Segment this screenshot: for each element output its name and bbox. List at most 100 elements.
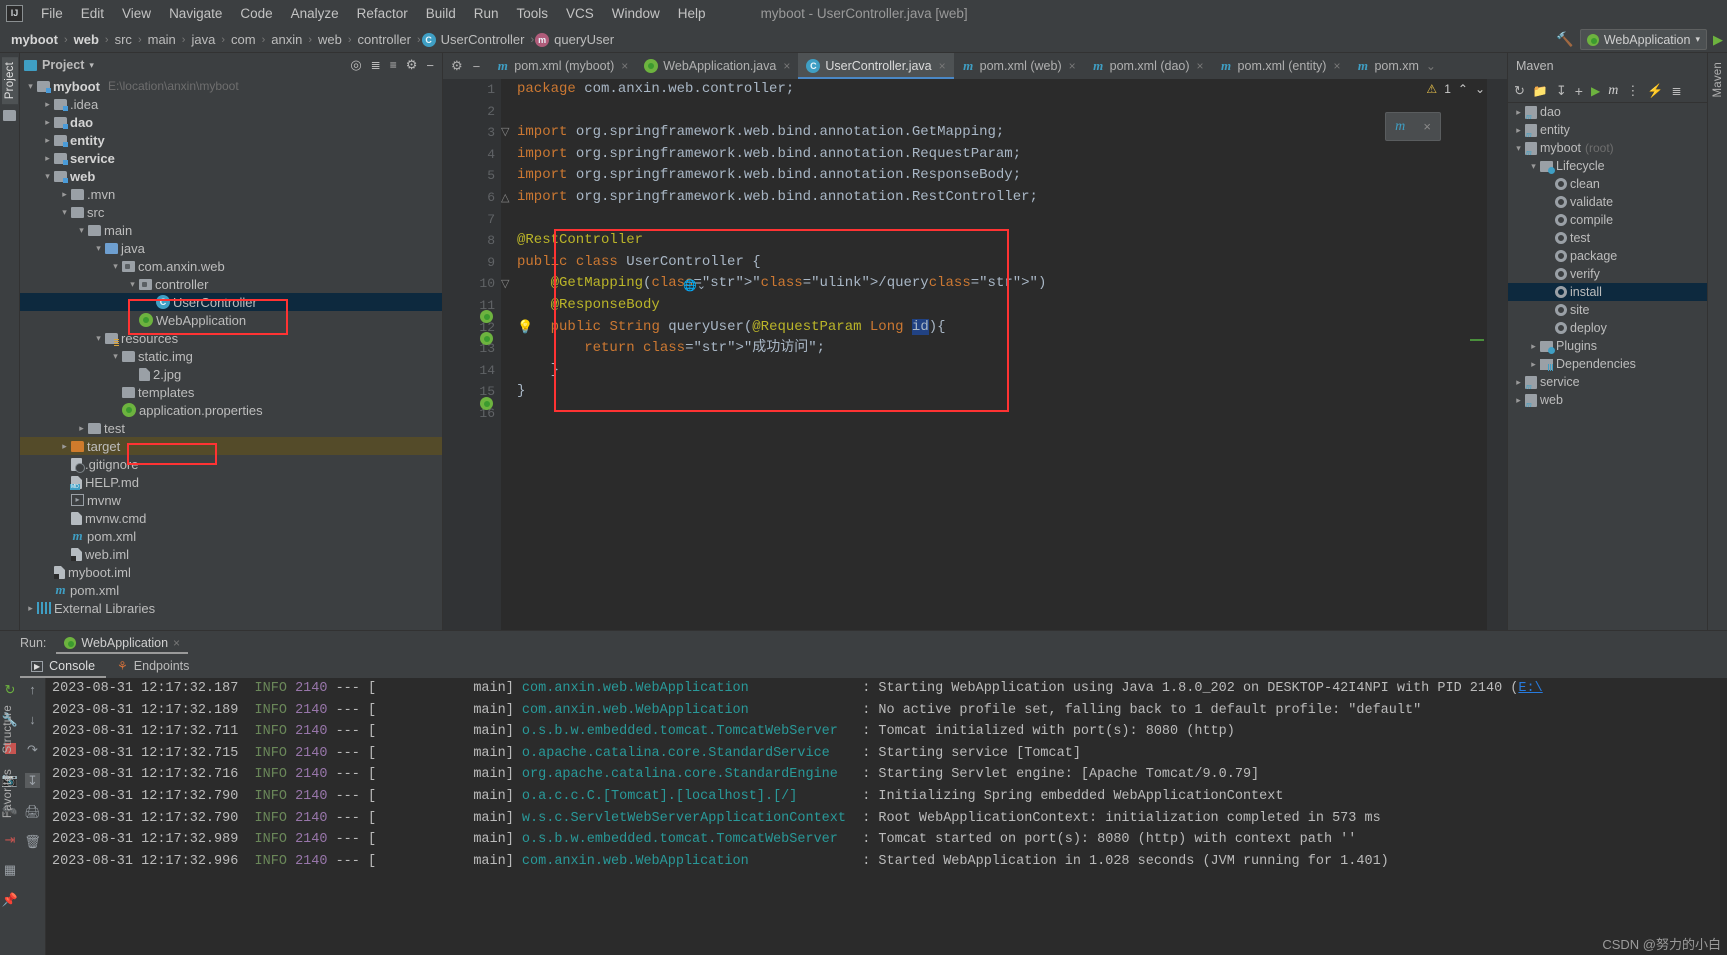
inspection-gutter-bar[interactable] — [1487, 79, 1507, 630]
fold-marker-import-end[interactable]: △ — [501, 191, 509, 204]
hide-icon[interactable]: − — [473, 59, 481, 74]
editor-tab-pom-xm[interactable]: m pom.xm ⌄ — [1348, 53, 1444, 79]
maven-tree-row[interactable]: package — [1508, 247, 1707, 265]
project-tree-row[interactable]: mvnw.cmd — [20, 509, 442, 527]
collapse-icon[interactable]: ≣ — [1672, 84, 1682, 98]
menu-item-refactor[interactable]: Refactor — [348, 4, 417, 23]
download-sources-icon[interactable]: ↧ — [1556, 83, 1567, 99]
project-tree-row[interactable]: .gitignore — [20, 455, 442, 473]
chevron-down-icon[interactable]: ▾ — [92, 243, 105, 254]
chevron-right-icon[interactable]: ▸ — [75, 423, 88, 434]
project-tree-row[interactable]: ▾ main — [20, 221, 442, 239]
project-tree-row[interactable]: ▸ .idea — [20, 95, 442, 113]
intention-bulb-icon[interactable]: 💡 — [517, 319, 533, 335]
menu-item-build[interactable]: Build — [417, 4, 465, 23]
project-tree-row[interactable]: web.iml — [20, 545, 442, 563]
pin-icon[interactable]: 📌 — [2, 893, 18, 906]
locate-icon[interactable]: ◎ — [350, 57, 361, 73]
export-icon[interactable]: ⇥ — [5, 833, 16, 846]
collapse-all-icon[interactable]: ≡ — [390, 58, 397, 72]
editor-gutter[interactable]: 1 2 3 4 5 6 7 8 9 10 11 12 13 14 15 16 — [443, 79, 501, 630]
tool-tab-structure[interactable]: Structure — [0, 700, 16, 758]
rerun-icon[interactable]: ↻ — [5, 683, 16, 696]
breadcrumb-item-main[interactable]: main — [143, 31, 181, 48]
tab-console[interactable]: ▶ Console — [20, 654, 106, 678]
close-icon[interactable]: × — [939, 59, 946, 73]
build-hammer-icon[interactable]: 🔨 — [1556, 31, 1573, 48]
project-tree-row[interactable]: ▸ service — [20, 149, 442, 167]
run-configuration-selector[interactable]: WebApplication ▾ — [1579, 29, 1707, 50]
spring-bean-gutter-icon[interactable] — [480, 310, 493, 323]
editor-tab-pom-xml-web-[interactable]: m pom.xml (web) × — [954, 53, 1084, 79]
scroll-down-icon[interactable]: ↓ — [29, 713, 36, 726]
project-tree-row[interactable]: m pom.xml — [20, 581, 442, 599]
menu-item-help[interactable]: Help — [669, 4, 715, 23]
fold-marker-import[interactable]: ▽ — [501, 125, 509, 138]
project-tree-row[interactable]: ▾ resources — [20, 329, 442, 347]
gear-icon[interactable]: ⚙ — [406, 57, 418, 73]
breadcrumb-item-usercontroller[interactable]: C UserController — [421, 31, 530, 48]
editor-tab-webapplication-java[interactable]: WebApplication.java × — [636, 53, 798, 79]
toggle-offline-icon[interactable]: ⚡ — [1647, 83, 1663, 99]
project-tree-row[interactable]: ▾ com.anxin.web — [20, 257, 442, 275]
project-tree-row[interactable]: ▸ External Libraries — [20, 599, 442, 617]
maven-tree-row[interactable]: test — [1508, 229, 1707, 247]
chevron-right-icon[interactable]: ▸ — [41, 117, 54, 128]
tool-tab-favorites[interactable]: Favorites — [0, 764, 16, 823]
toggle-skip-tests-icon[interactable]: ⋮ — [1626, 83, 1639, 99]
tool-tab-project[interactable]: Project — [1, 57, 18, 105]
editor-tab-usercontroller-java[interactable]: C UserController.java × — [798, 53, 954, 79]
close-icon[interactable]: × — [1333, 59, 1340, 73]
project-tree-row[interactable]: ▾ static.img — [20, 347, 442, 365]
maven-tree-row[interactable]: site — [1508, 301, 1707, 319]
refresh-icon[interactable]: ↻ — [1514, 83, 1525, 99]
maven-tree-row[interactable]: ▸ Dependencies — [1508, 355, 1707, 373]
chevron-right-icon[interactable]: ▸ — [58, 189, 71, 200]
code-editor[interactable]: 1 2 3 4 5 6 7 8 9 10 11 12 13 14 15 16 package com.anxi… — [443, 79, 1507, 630]
project-tree-row[interactable]: ▾ myboot E:\location\anxin\myboot — [20, 77, 442, 95]
chevron-down-icon[interactable]: ▾ — [41, 171, 54, 182]
delete-icon[interactable]: 🗑 — [24, 835, 41, 848]
gear-icon[interactable]: ⚙ — [451, 58, 463, 74]
print-icon[interactable]: 🖨 — [24, 805, 41, 818]
chevron-right-icon[interactable]: ▸ — [1527, 359, 1540, 370]
breadcrumb-item-queryuser[interactable]: m queryUser — [535, 31, 619, 48]
chevron-down-icon[interactable]: ▾ — [75, 225, 88, 236]
close-icon[interactable]: × — [621, 59, 628, 73]
menu-item-vcs[interactable]: VCS — [557, 4, 603, 23]
code-text-area[interactable]: package com.anxin.web.controller; import… — [501, 79, 1507, 630]
chevron-right-icon[interactable]: ▸ — [1512, 395, 1525, 406]
project-tree-row[interactable]: ▾ java — [20, 239, 442, 257]
scroll-to-end-icon[interactable]: ↧ — [25, 773, 40, 788]
close-icon[interactable]: × — [1423, 119, 1431, 134]
menu-item-navigate[interactable]: Navigate — [160, 4, 231, 23]
menu-item-analyze[interactable]: Analyze — [282, 4, 348, 23]
chevron-right-icon[interactable]: ▸ — [24, 603, 37, 614]
chevron-right-icon[interactable]: ▸ — [1512, 377, 1525, 388]
chevron-down-icon[interactable]: ▾ — [126, 279, 139, 290]
breadcrumb-item-web[interactable]: web — [69, 31, 104, 48]
chevron-down-icon[interactable]: ▾ — [1512, 143, 1525, 154]
close-icon[interactable]: × — [1197, 59, 1204, 73]
maven-tree-row[interactable]: ▸ Plugins — [1508, 337, 1707, 355]
web-globe-icon[interactable]: 🌐⌄ — [683, 279, 706, 292]
run-icon[interactable]: ▶ — [1591, 84, 1600, 98]
project-tree-row[interactable]: HELP.md — [20, 473, 442, 491]
project-tree-row[interactable]: ▸ entity — [20, 131, 442, 149]
menu-item-file[interactable]: File — [32, 4, 72, 23]
project-tree-row[interactable]: ▾ src — [20, 203, 442, 221]
tool-tab-maven[interactable]: Maven — [1710, 57, 1726, 103]
project-tree-row[interactable]: WebApplication — [20, 311, 442, 329]
maven-tree-row[interactable]: ▸ service — [1508, 373, 1707, 391]
breadcrumb-item-com[interactable]: com — [226, 31, 261, 48]
console-output[interactable]: 2023-08-31 12:17:32.187 INFO 2140 --- [ … — [46, 678, 1727, 955]
menu-item-window[interactable]: Window — [603, 4, 669, 23]
menu-item-edit[interactable]: Edit — [72, 4, 113, 23]
chevron-right-icon[interactable]: ▸ — [41, 153, 54, 164]
maven-tree-row[interactable]: ▸ entity — [1508, 121, 1707, 139]
close-icon[interactable]: × — [783, 59, 790, 73]
chevron-right-icon[interactable]: ▸ — [1512, 125, 1525, 136]
menu-item-view[interactable]: View — [113, 4, 160, 23]
chevron-right-icon[interactable]: ▸ — [58, 441, 71, 452]
maven-tree-row[interactable]: install — [1508, 283, 1707, 301]
